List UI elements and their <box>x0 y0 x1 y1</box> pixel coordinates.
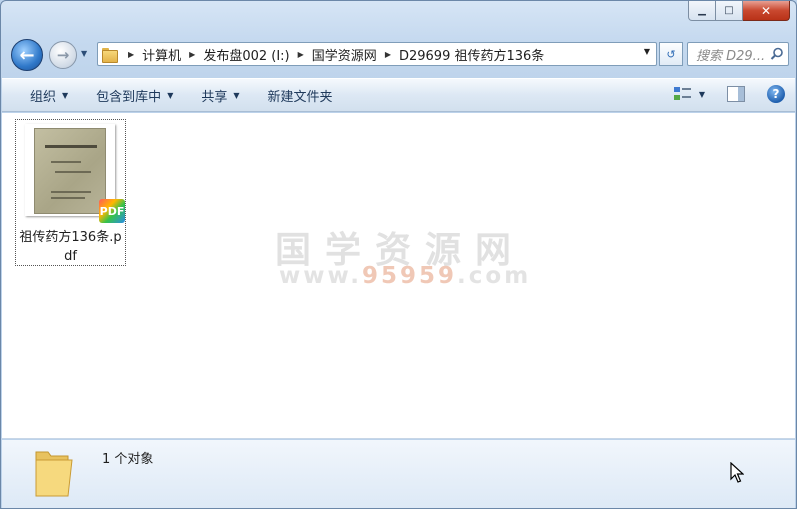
chevron-right-icon[interactable]: ▶ <box>298 50 304 59</box>
preview-pane-icon[interactable] <box>727 86 745 102</box>
folder-icon <box>35 451 73 497</box>
search-box[interactable]: 搜索 D29... <box>687 42 789 66</box>
address-dropdown-button[interactable]: ▼ <box>644 47 650 56</box>
chevron-down-icon: ▼ <box>233 90 240 100</box>
breadcrumb-item[interactable]: 计算机 <box>142 45 181 64</box>
close-button[interactable]: ✕ <box>743 1 790 21</box>
share-label: 共享 <box>201 89 228 105</box>
navigation-bar: ← → ▼ ▶ 计算机 ▶ 发布盘002 (I:) ▶ 国学资源网 ▶ D296… <box>11 39 791 71</box>
view-options-button[interactable]: ▼ <box>699 90 705 99</box>
command-bar: 组织 ▼ 包含到库中 ▼ 共享 ▼ 新建文件夹 ▼ ? <box>2 78 795 112</box>
search-input[interactable]: 搜索 D29... <box>696 45 768 64</box>
chevron-down-icon: ▼ <box>167 90 174 100</box>
chevron-down-icon: ▼ <box>62 90 69 100</box>
include-in-library-menu[interactable]: 包含到库中 ▼ <box>82 86 187 105</box>
breadcrumb-item[interactable]: D29699 祖传药方136条 <box>399 45 544 64</box>
details-pane: 1 个对象 <box>2 440 795 508</box>
file-name[interactable]: 祖传药方136条.pdf <box>16 228 125 266</box>
book-cover-image <box>34 128 106 214</box>
minimize-button[interactable]: ▁ <box>688 1 716 21</box>
breadcrumb-item[interactable]: 国学资源网 <box>312 45 377 64</box>
pdf-badge-icon: PDF <box>99 199 125 223</box>
watermark-url: www.95959.com <box>279 263 532 289</box>
toolbar-right: ▼ ? <box>673 85 785 103</box>
chevron-right-icon[interactable]: ▶ <box>385 50 391 59</box>
forward-button[interactable]: → <box>49 41 77 69</box>
back-button[interactable]: ← <box>11 39 43 71</box>
maximize-button[interactable]: □ <box>716 1 743 21</box>
new-folder-label: 新建文件夹 <box>267 89 333 105</box>
organize-label: 组织 <box>30 89 57 105</box>
forward-arrow-icon: → <box>56 46 70 64</box>
search-icon[interactable] <box>770 47 784 61</box>
new-folder-button[interactable]: 新建文件夹 <box>254 86 347 105</box>
file-view[interactable]: 国学资源网 www.95959.com PDF 祖传药方136条.pdf <box>2 113 795 439</box>
file-item[interactable]: PDF 祖传药方136条.pdf <box>15 119 126 266</box>
breadcrumb: ▶ 计算机 ▶ 发布盘002 (I:) ▶ 国学资源网 ▶ D29699 祖传药… <box>124 45 544 64</box>
mouse-cursor-icon <box>730 462 744 483</box>
item-count: 1 个对象 <box>102 452 154 467</box>
organize-menu[interactable]: 组织 ▼ <box>2 86 82 105</box>
breadcrumb-item[interactable]: 发布盘002 (I:) <box>203 45 289 64</box>
refresh-icon: ↺ <box>666 47 676 61</box>
caption-buttons: ▁ □ ✕ <box>688 1 790 21</box>
recent-pages-button[interactable]: ▼ <box>81 49 91 59</box>
change-view-icon[interactable] <box>673 86 693 102</box>
share-menu[interactable]: 共享 ▼ <box>187 86 253 105</box>
explorer-window: ▁ □ ✕ ← → ▼ ▶ 计算机 ▶ 发布盘002 (I:) ▶ 国学资源网 … <box>0 0 797 509</box>
address-bar[interactable]: ▶ 计算机 ▶ 发布盘002 (I:) ▶ 国学资源网 ▶ D29699 祖传药… <box>97 42 657 66</box>
folder-icon <box>102 47 118 63</box>
refresh-button[interactable]: ↺ <box>659 42 683 66</box>
help-icon[interactable]: ? <box>767 85 785 103</box>
back-arrow-icon: ← <box>19 44 35 66</box>
include-in-library-label: 包含到库中 <box>96 89 162 105</box>
chevron-right-icon[interactable]: ▶ <box>128 50 134 59</box>
chevron-right-icon[interactable]: ▶ <box>189 50 195 59</box>
